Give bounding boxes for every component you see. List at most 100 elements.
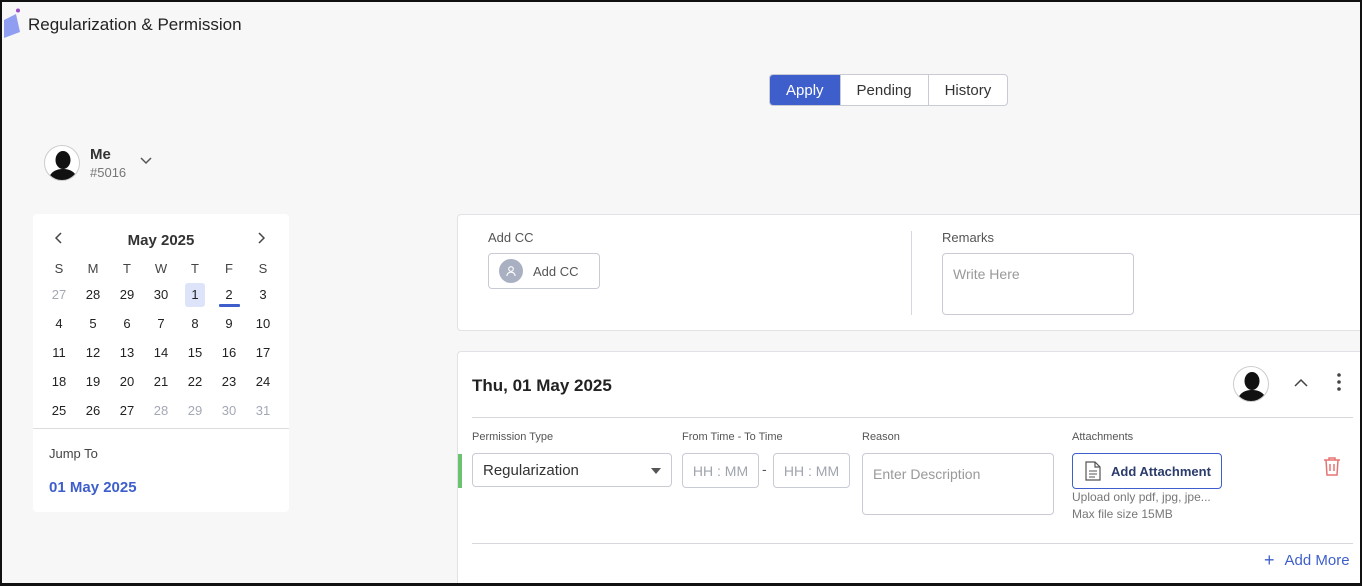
- tab-history[interactable]: History: [929, 75, 1008, 105]
- page-title: Regularization & Permission: [28, 15, 242, 34]
- permission-type-value: Regularization: [483, 461, 579, 479]
- calendar-day-selected[interactable]: 1: [178, 280, 212, 309]
- to-time-input[interactable]: [773, 453, 850, 488]
- view-tabs: Apply Pending History: [769, 74, 1009, 106]
- calendar-day[interactable]: 29: [110, 280, 144, 309]
- user-name: Me: [90, 146, 111, 163]
- calendar-day: 31: [255, 403, 271, 418]
- cc-remarks-card: Add CC Add CC Remarks: [457, 214, 1360, 331]
- add-attachment-button[interactable]: Add Attachment: [1072, 453, 1222, 489]
- calendar-day-label: 1: [185, 283, 205, 307]
- calendar-day[interactable]: 17: [246, 338, 280, 367]
- document-icon: [1085, 461, 1101, 481]
- entry-card: Thu, 01 May 2025 Permission Type From Ti…: [457, 351, 1360, 583]
- calendar-day[interactable]: 19: [76, 367, 110, 396]
- calendar-day[interactable]: 12: [76, 338, 110, 367]
- divider: [472, 543, 1353, 544]
- calendar-day[interactable]: 10: [246, 309, 280, 338]
- calendar-day[interactable]: 9: [212, 309, 246, 338]
- time-range-label: From Time - To Time: [682, 431, 783, 443]
- calendar-day[interactable]: 22: [178, 367, 212, 396]
- user-id: #5016: [90, 165, 127, 180]
- attachments-label: Attachments: [1072, 431, 1134, 443]
- from-time-input[interactable]: [682, 453, 759, 488]
- calendar-day: 28: [153, 403, 169, 418]
- chevron-down-icon[interactable]: [140, 157, 152, 165]
- remarks-input[interactable]: [942, 253, 1134, 315]
- person-silhouette-icon: [48, 151, 78, 180]
- calendar-grid: S M T W T F S 27 28 29 30 1 2 3 4 5 6 7 …: [42, 258, 280, 425]
- user-selector[interactable]: Me #5016: [44, 145, 152, 181]
- add-attachment-label: Add Attachment: [1111, 463, 1211, 479]
- calendar-day[interactable]: 23: [212, 367, 246, 396]
- entry-date-title: Thu, 01 May 2025: [472, 376, 612, 395]
- jump-to-label: Jump To: [49, 446, 98, 461]
- calendar-day[interactable]: 4: [42, 309, 76, 338]
- app-window: Regularization & Permission Apply Pendin…: [0, 0, 1362, 586]
- weekday-label: T: [123, 261, 131, 276]
- tab-apply[interactable]: Apply: [770, 75, 841, 105]
- calendar-day[interactable]: 11: [42, 338, 76, 367]
- remarks-label: Remarks: [942, 230, 995, 245]
- reason-input[interactable]: [862, 453, 1054, 515]
- add-more-button[interactable]: + Add More: [1264, 550, 1350, 571]
- calendar-month-label: May 2025: [127, 232, 195, 249]
- time-separator: -: [762, 461, 767, 477]
- caret-down-icon: [651, 468, 661, 474]
- calendar-day[interactable]: 5: [76, 309, 110, 338]
- divider: [911, 231, 912, 315]
- calendar-day[interactable]: 26: [76, 396, 110, 425]
- calendar-day[interactable]: 8: [178, 309, 212, 338]
- add-more-label: Add More: [1284, 552, 1350, 569]
- weekday-label: S: [54, 261, 64, 276]
- chevron-up-icon[interactable]: [1294, 378, 1308, 387]
- add-cc-label: Add CC: [488, 230, 534, 245]
- status-indicator-bar: [458, 454, 462, 488]
- avatar: [1233, 366, 1269, 402]
- more-vertical-icon[interactable]: [1336, 372, 1342, 392]
- calendar-day[interactable]: 27: [42, 280, 76, 309]
- add-cc-button-label: Add CC: [533, 263, 579, 279]
- avatar: [44, 145, 80, 181]
- calendar-day: 29: [187, 403, 203, 418]
- calendar-day[interactable]: 20: [110, 367, 144, 396]
- calendar-day: 30: [221, 403, 237, 418]
- calendar-day[interactable]: 15: [178, 338, 212, 367]
- calendar-day[interactable]: 7: [144, 309, 178, 338]
- calendar: May 2025 S M T W T F S 27 28 29 30 1 2 3…: [33, 214, 289, 512]
- person-silhouette-icon: [1237, 372, 1267, 401]
- calendar-day[interactable]: 30: [144, 280, 178, 309]
- attachment-types-hint: Upload only pdf, jpg, jpe...: [1072, 490, 1211, 504]
- add-cc-button[interactable]: Add CC: [488, 253, 600, 289]
- calendar-day[interactable]: 16: [212, 338, 246, 367]
- person-icon: [499, 259, 523, 283]
- weekday-label: T: [191, 261, 199, 276]
- tab-pending[interactable]: Pending: [841, 75, 929, 105]
- calendar-day[interactable]: 27: [110, 396, 144, 425]
- calendar-day-today[interactable]: 2: [212, 280, 246, 309]
- weekday-label: F: [225, 261, 233, 276]
- weekday-label: W: [154, 261, 168, 276]
- calendar-day[interactable]: 14: [144, 338, 178, 367]
- app-logo-icon: [4, 8, 20, 38]
- calendar-day[interactable]: 3: [246, 280, 280, 309]
- jump-to-date[interactable]: 01 May 2025: [49, 479, 137, 496]
- calendar-day[interactable]: 28: [76, 280, 110, 309]
- trash-icon[interactable]: [1323, 456, 1341, 476]
- calendar-day[interactable]: 18: [42, 367, 76, 396]
- plus-icon: +: [1264, 550, 1275, 570]
- calendar-day[interactable]: 25: [42, 396, 76, 425]
- calendar-day[interactable]: 24: [246, 367, 280, 396]
- permission-type-select[interactable]: Regularization: [472, 453, 672, 487]
- reason-label: Reason: [862, 431, 900, 443]
- calendar-day[interactable]: 6: [110, 309, 144, 338]
- weekday-label: S: [258, 261, 268, 276]
- calendar-day[interactable]: 13: [110, 338, 144, 367]
- divider: [33, 428, 289, 429]
- attachment-size-hint: Max file size 15MB: [1072, 507, 1173, 521]
- weekday-label: M: [87, 261, 99, 276]
- divider: [472, 417, 1353, 418]
- chevron-right-icon[interactable]: [257, 232, 265, 244]
- calendar-day[interactable]: 21: [144, 367, 178, 396]
- permission-type-label: Permission Type: [472, 431, 554, 443]
